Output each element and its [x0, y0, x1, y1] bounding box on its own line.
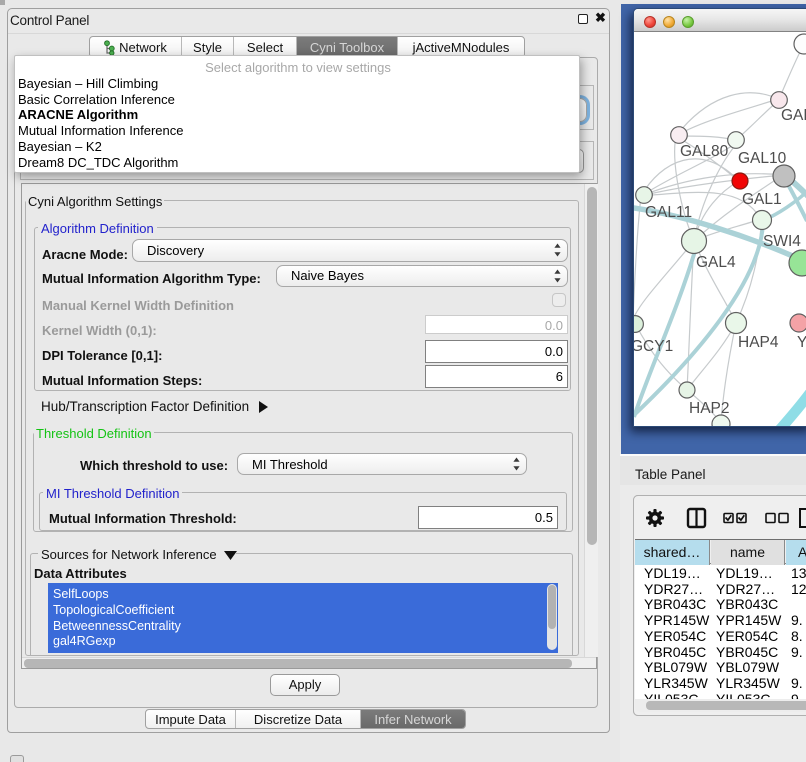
svg-text:Y: Y	[797, 334, 806, 351]
svg-text:GAL10: GAL10	[738, 150, 787, 167]
svg-text:SWI4: SWI4	[763, 233, 801, 250]
svg-text:GAL11: GAL11	[645, 204, 692, 221]
svg-text:GAL1: GAL1	[742, 191, 782, 208]
svg-text:HAP2: HAP2	[689, 400, 730, 417]
svg-text:HAP4: HAP4	[738, 334, 779, 351]
svg-text:GAL80: GAL80	[680, 143, 729, 160]
svg-text:GAL7: GAL7	[781, 107, 806, 124]
svg-text:GCY1: GCY1	[634, 338, 673, 355]
svg-text:GAL4: GAL4	[696, 254, 736, 271]
